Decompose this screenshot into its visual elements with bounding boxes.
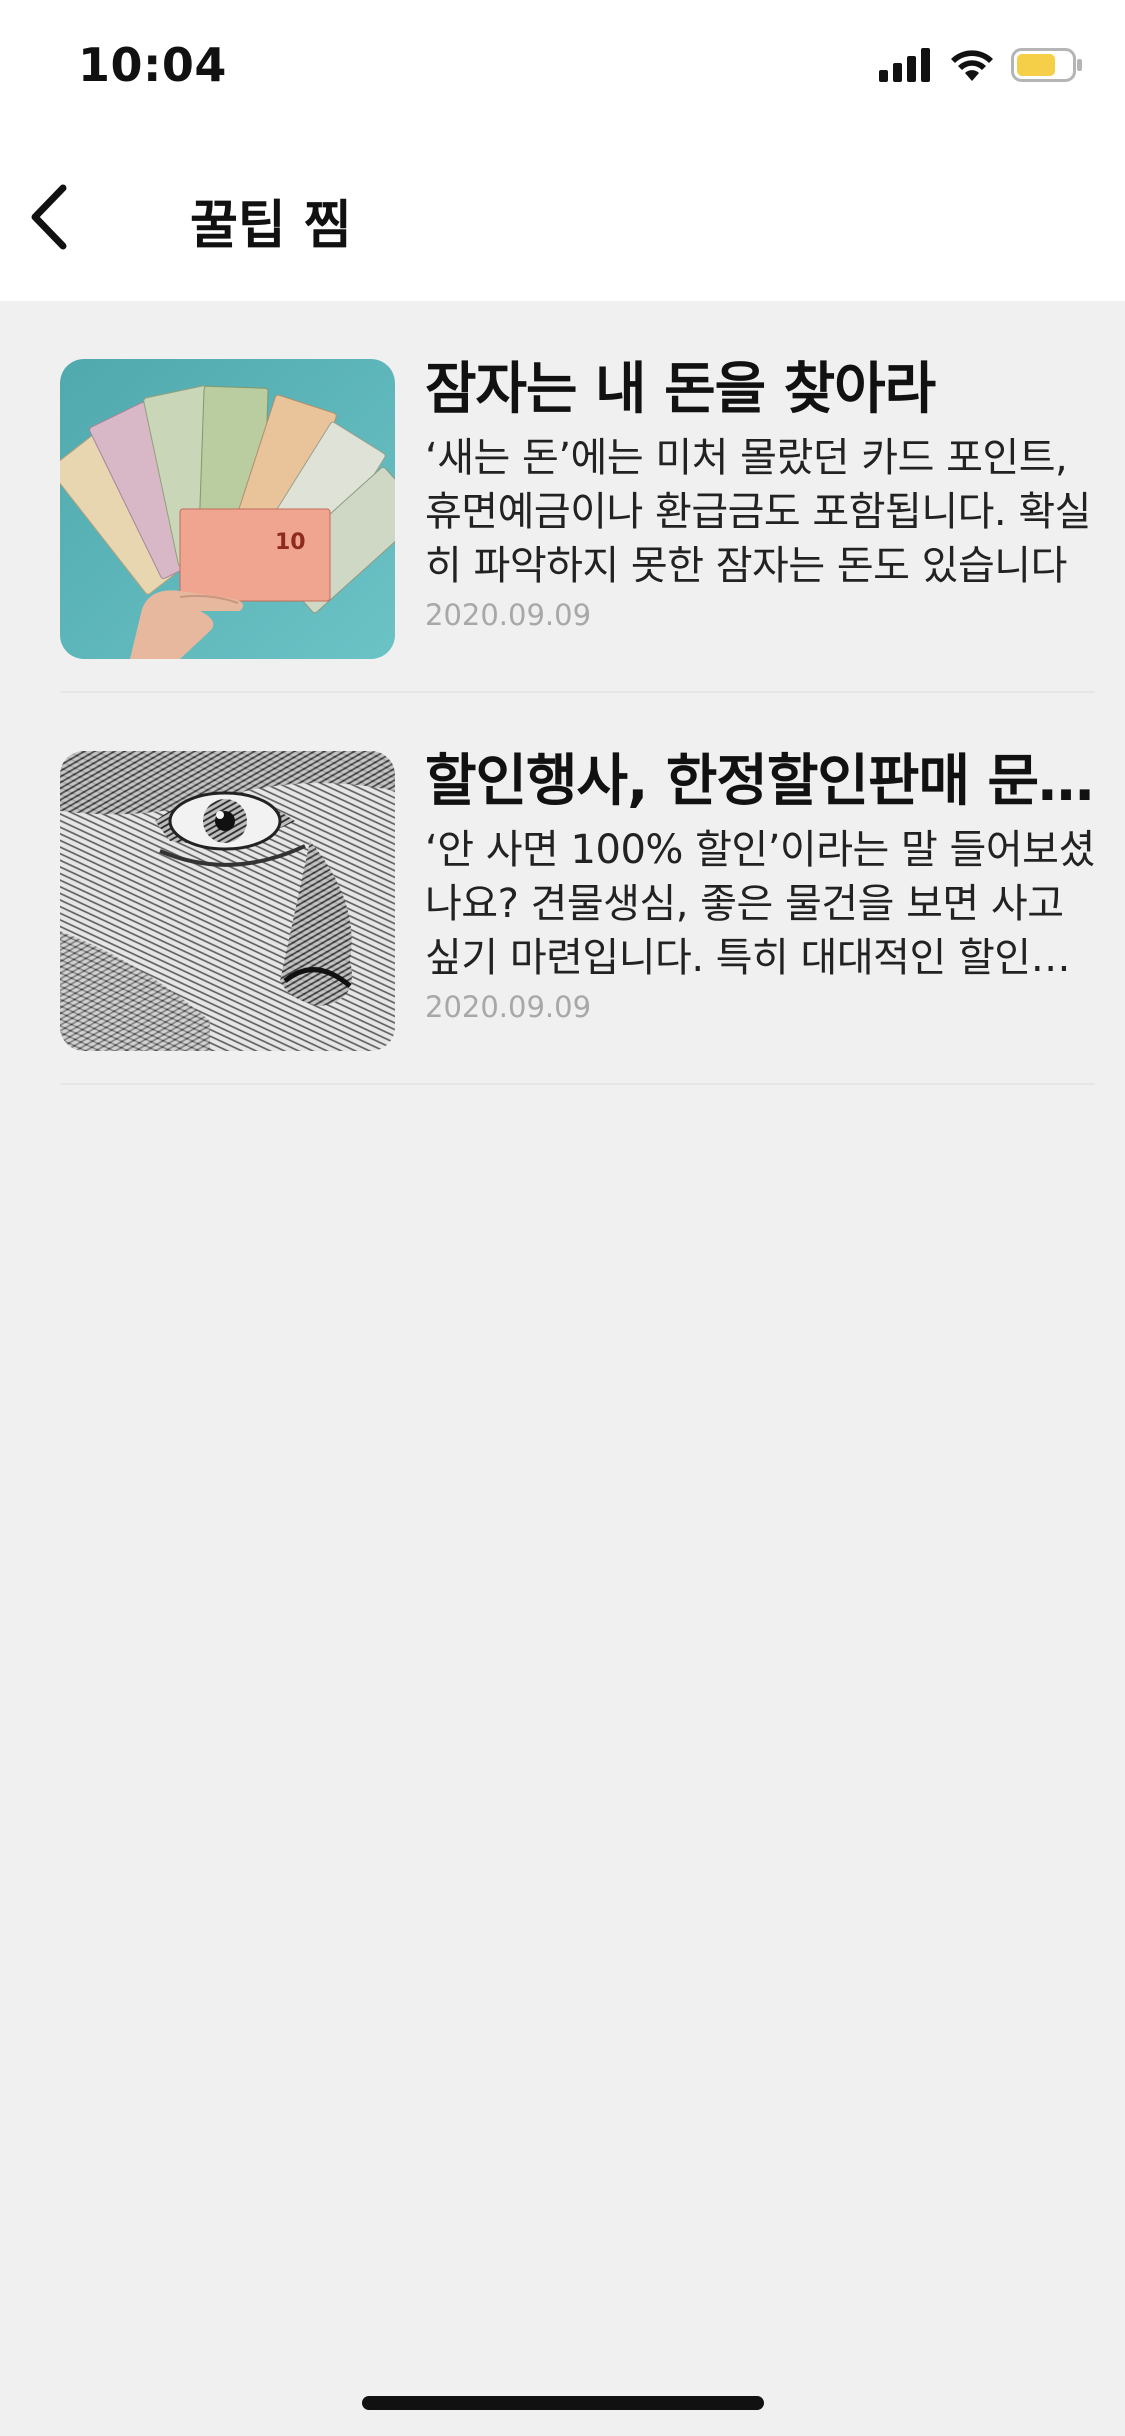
divider bbox=[60, 1083, 1095, 1085]
saved-tips-list: 10 잠자는 내 돈을 찾아라 ‘새는 돈’에는 미처 몰랐던 카드 포인트, … bbox=[0, 301, 1125, 1085]
svg-text:10: 10 bbox=[275, 530, 306, 555]
item-description: ‘새는 돈’에는 미처 몰랐던 카드 포인트, 휴면예금이나 환급금도 포함됩니… bbox=[425, 435, 1091, 589]
signal-icon bbox=[879, 48, 930, 82]
item-title: 잠자는 내 돈을 찾아라 bbox=[425, 357, 936, 422]
page-title: 꿀팁 찜 bbox=[190, 196, 352, 256]
item-date: 2020.09.09 bbox=[425, 990, 592, 1024]
home-indicator[interactable] bbox=[362, 2396, 764, 2410]
back-button[interactable] bbox=[14, 177, 84, 257]
status-time: 10:04 bbox=[78, 38, 227, 92]
status-icons bbox=[879, 48, 1083, 82]
battery-icon bbox=[1011, 48, 1082, 82]
item-text: 할인행사, 한정할인판매 문구의 유혹 ‘안 사면 100% 할인’이라는 말 … bbox=[425, 745, 1097, 1027]
thumbnail-image-banknote-eye bbox=[60, 751, 395, 1051]
list-item[interactable]: 할인행사, 한정할인판매 문구의 유혹 ‘안 사면 100% 할인’이라는 말 … bbox=[0, 693, 1125, 1085]
list-item[interactable]: 10 잠자는 내 돈을 찾아라 ‘새는 돈’에는 미처 몰랐던 카드 포인트, … bbox=[0, 301, 1125, 693]
status-bar: 10:04 bbox=[0, 0, 1125, 135]
item-description: ‘안 사면 100% 할인’이라는 말 들어보셨나요? 견물생심, 좋은 물건을… bbox=[425, 827, 1095, 981]
item-text: 잠자는 내 돈을 찾아라 ‘새는 돈’에는 미처 몰랐던 카드 포인트, 휴면예… bbox=[425, 353, 1097, 635]
item-title: 할인행사, 한정할인판매 문구의 유혹 bbox=[425, 749, 1097, 814]
thumbnail-image-money: 10 bbox=[60, 359, 395, 659]
nav-header: 꿀팁 찜 bbox=[0, 135, 1125, 301]
chevron-left-icon bbox=[31, 184, 67, 250]
wifi-icon bbox=[951, 50, 993, 81]
item-date: 2020.09.09 bbox=[425, 598, 592, 632]
